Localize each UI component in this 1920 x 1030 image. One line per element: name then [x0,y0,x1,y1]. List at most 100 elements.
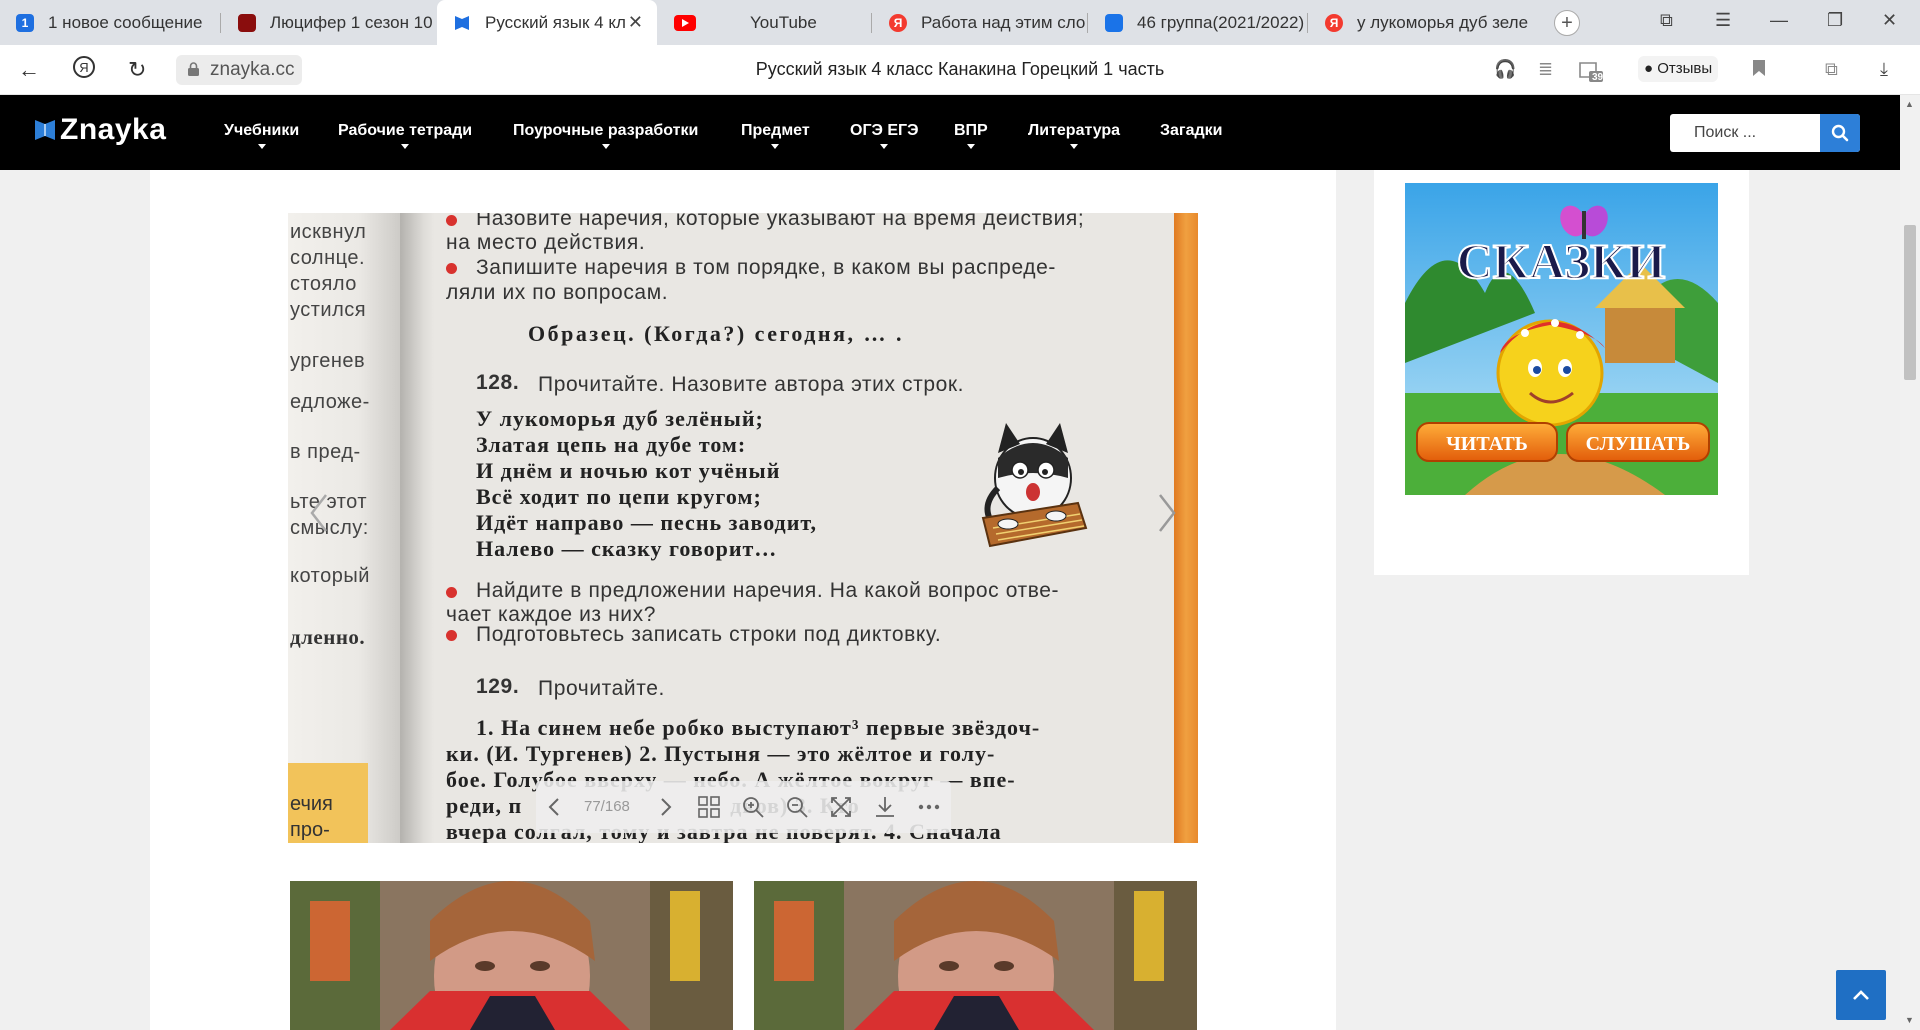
task-text: Найдите в предложении наречия. На какой … [476,579,1060,602]
fairytales-ad[interactable]: СКАЗКИ ЧИТАТЬ СЛУШАТЬ [1405,183,1718,495]
more-options-icon[interactable] [916,794,942,820]
page-text: исквнул [290,221,367,243]
headphones-icon[interactable]: 🎧 [1494,59,1516,80]
ad-photo[interactable] [754,881,1197,1030]
site-header: Znayka Учебники Рабочие тетради Поурочны… [0,95,1900,170]
page-indicator: 77/168 [584,798,630,815]
tab-title: Люцифер 1 сезон 10 [270,12,433,32]
exercise-number: 129. [476,675,520,698]
previous-page-arrow-icon[interactable] [308,491,330,535]
fullscreen-icon[interactable] [828,794,854,820]
next-page-icon[interactable] [652,794,678,820]
bookmark-icon[interactable] [1752,59,1766,82]
zoom-in-icon[interactable] [740,794,766,820]
scroll-up-icon[interactable]: ▲ [1905,99,1914,109]
tab-5[interactable]: Я Работа над этим слов [873,0,1085,45]
page-text: устился [290,299,367,321]
menu-textbooks[interactable]: Учебники [224,122,299,149]
bullet-icon [446,215,457,226]
chevron-down-icon [966,144,975,149]
scroll-down-icon[interactable]: ▼ [1905,1015,1914,1025]
bullet-icon [446,630,457,641]
youtube-icon [674,14,696,31]
exercise-text: ки. (И. Тургенев) 2. Пустыня — это жёлто… [446,741,996,766]
page-text: про- [290,819,330,841]
tab-4[interactable]: YouTube [658,0,870,45]
scroll-to-top-button[interactable] [1836,970,1886,1020]
book-gutter [400,213,434,843]
cat-illustration [981,423,1088,548]
menu-riddles[interactable]: Загадки [1160,122,1222,140]
chevron-down-icon [880,144,889,149]
restore-icon[interactable]: ❐ [1827,10,1843,31]
poem-line: Всё ходит по цепи кругом; [476,484,762,509]
prev-page-icon[interactable] [542,794,568,820]
ad-read-button[interactable]: ЧИТАТЬ [1446,433,1528,455]
close-tab-icon[interactable]: ✕ [628,12,643,33]
ad-photo[interactable] [290,881,733,1030]
menu-workbooks[interactable]: Рабочие тетради [338,122,472,149]
tab-6[interactable]: 46 группа(2021/2022) [1089,0,1305,45]
chevron-down-icon [1070,144,1079,149]
mail-icon: 1 [16,13,34,32]
menu-vpr[interactable]: ВПР [954,122,988,149]
poem-line: Златая цепь на дубе том: [476,432,747,457]
sample-line: Образец. (Когда?) сегодня, … . [528,321,904,346]
chevron-down-icon [401,144,410,149]
tab-collections-icon[interactable]: ⧉ [1660,10,1673,31]
tab-title: 1 новое сообщение [48,12,203,32]
download-icon[interactable] [872,794,898,820]
page-text: в пред- [290,441,361,463]
menu-subject[interactable]: Предмет [741,122,810,149]
reviews-button[interactable]: ● Отзывы [1638,56,1719,82]
search-button[interactable] [1820,114,1860,152]
page-title: Русский язык 4 класс Канакина Горецкий 1… [755,59,1165,79]
menu-literature[interactable]: Литература [1028,122,1120,149]
close-window-icon[interactable]: ✕ [1882,10,1897,31]
task-text: Запишите наречия в том порядке, в каком … [476,256,1056,279]
chevron-down-icon [601,144,610,149]
page-text: который [290,565,370,587]
page-scrollbar[interactable]: ▲ ▼ [1900,95,1920,1030]
task-text: на место действия. [446,231,646,254]
page-text: солнце. [290,247,366,269]
menu-oge-ege[interactable]: ОГЭ ЕГЭ [850,122,918,149]
minimize-icon[interactable]: — [1770,10,1788,31]
reader-mode-icon[interactable]: ≣ [1538,59,1553,80]
tab-active[interactable]: Русский язык 4 кла ✕ [437,0,657,45]
video-site-icon [238,13,256,32]
bullet-icon [446,587,457,598]
tab-title: YouTube [750,12,817,32]
site-logo[interactable]: Znayka [34,113,166,147]
ad-listen-button[interactable]: СЛУШАТЬ [1586,433,1691,455]
yandex-icon: Я [1325,13,1343,32]
search-icon [1831,124,1849,142]
menu-lesson-plans[interactable]: Поурочные разработки [513,122,698,149]
comment-icon: ● [1644,60,1654,77]
tab-7[interactable]: Я у лукоморья дуб зеле [1309,0,1539,45]
next-page-arrow-icon[interactable] [1156,491,1178,535]
collections-icon[interactable]: ⧉ [1825,59,1838,80]
page-text: едложе- [290,391,370,413]
tab-title: Русский язык 4 кла [485,12,625,32]
new-tab-button[interactable]: + [1554,10,1580,36]
tab-1[interactable]: 1 1 новое сообщение [0,0,220,45]
thumbnails-icon[interactable] [696,794,722,820]
poem-line: Налево — сказку говорит… [476,536,778,561]
poem-line: И днём и ночью кот учёный [476,458,781,483]
poem-line: Идёт направо — песнь заводит, [476,510,818,535]
exercise-task: Прочитайте. Назовите автора этих строк. [538,373,965,396]
tab-2[interactable]: Люцифер 1 сезон 10 [222,0,436,45]
page-text: ечия [290,793,333,815]
menu-icon[interactable]: ☰ [1715,10,1731,31]
textbook-page-viewer[interactable]: исквнул солнце. стояло устился ургенев е… [288,213,1198,843]
site-search [1670,114,1860,152]
previous-page-edge: исквнул солнце. стояло устился ургенев е… [288,213,406,843]
download-icon[interactable]: ⤓ [1880,59,1888,80]
poem-line: У лукоморья дуб зелёный; [476,406,764,431]
zoom-out-icon[interactable] [784,794,810,820]
scroll-thumb[interactable] [1904,225,1916,380]
page-text: ургенев [290,350,366,372]
search-input[interactable] [1670,114,1820,152]
viewer-toolbar: 77/168 [536,781,951,833]
